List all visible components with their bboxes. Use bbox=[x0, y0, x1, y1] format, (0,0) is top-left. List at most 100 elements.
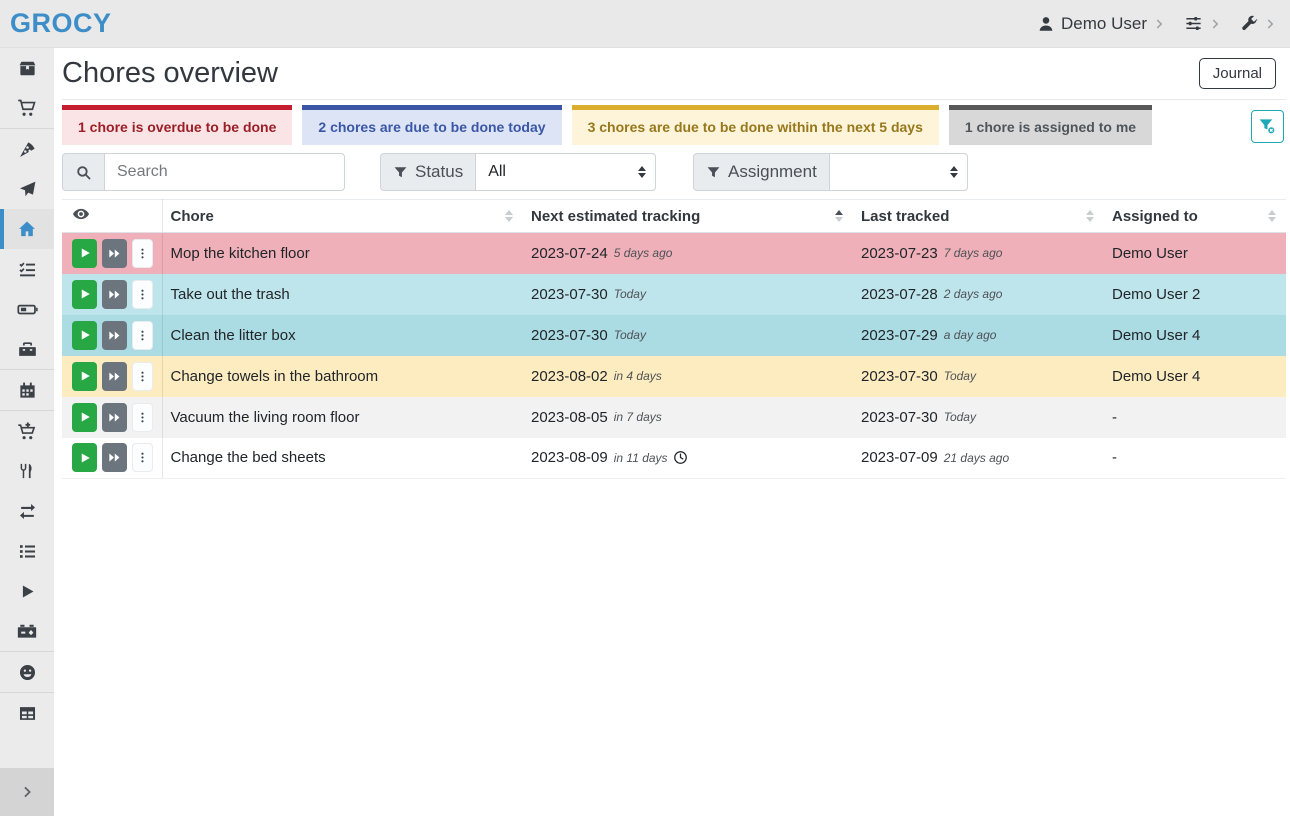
row-menu-button[interactable] bbox=[132, 321, 153, 350]
assigned-to-cell: Demo User 4 bbox=[1104, 315, 1286, 356]
row-menu-button[interactable] bbox=[132, 239, 153, 268]
chore-name-cell[interactable]: Clean the litter box bbox=[162, 315, 523, 356]
track-execution-button[interactable] bbox=[72, 280, 97, 309]
chore-name-cell[interactable]: Change towels in the bathroom bbox=[162, 356, 523, 397]
clock-icon bbox=[673, 450, 688, 465]
assignment-filter-label-box: Assignment bbox=[693, 153, 829, 191]
track-execution-button[interactable] bbox=[72, 443, 97, 472]
sidebar-item-inventory[interactable] bbox=[0, 531, 54, 571]
chore-name-cell[interactable]: Change the bed sheets bbox=[162, 438, 523, 479]
play-icon bbox=[79, 329, 91, 341]
row-menu-button[interactable] bbox=[132, 443, 153, 472]
skip-execution-button[interactable] bbox=[102, 280, 127, 309]
sidebar-collapse-toggle[interactable] bbox=[0, 768, 54, 816]
skip-execution-button[interactable] bbox=[102, 362, 127, 391]
assigned-to-cell: Demo User 4 bbox=[1104, 356, 1286, 397]
sidebar-item-recipes[interactable] bbox=[0, 129, 54, 169]
search-input[interactable] bbox=[104, 153, 345, 191]
row-menu-button[interactable] bbox=[132, 403, 153, 432]
skip-execution-button[interactable] bbox=[102, 443, 127, 472]
due-today-banner[interactable]: 2 chores are due to be done today bbox=[302, 105, 561, 145]
sidebar-item-equipment[interactable] bbox=[0, 329, 54, 369]
admin-menu[interactable] bbox=[1240, 15, 1276, 33]
toolbox-icon bbox=[18, 340, 37, 359]
column-header-assigned-to[interactable]: Assigned to bbox=[1104, 200, 1286, 233]
user-menu[interactable]: Demo User bbox=[1037, 14, 1165, 34]
skip-execution-button[interactable] bbox=[102, 239, 127, 268]
ellipsis-v-icon bbox=[136, 287, 149, 302]
clear-filter-button[interactable] bbox=[1251, 110, 1284, 143]
filter-funnel-icon bbox=[393, 165, 408, 180]
assignment-filter-group: Assignment bbox=[693, 153, 968, 191]
filter-row: Status All Assignment bbox=[62, 153, 1286, 191]
assigned-to-me-banner[interactable]: 1 chore is assigned to me bbox=[949, 105, 1152, 145]
sidebar-item-consume[interactable] bbox=[0, 451, 54, 491]
shopping-cart-icon bbox=[17, 98, 37, 118]
chores-table: Chore Next estimated tracking Last track… bbox=[62, 199, 1286, 479]
overdue-banner[interactable]: 1 chore is overdue to be done bbox=[62, 105, 292, 145]
search-icon bbox=[75, 164, 92, 181]
due-soon-banner[interactable]: 3 chores are due to be done within the n… bbox=[572, 105, 939, 145]
ellipsis-v-icon bbox=[136, 450, 149, 465]
sidebar-item-battery-tracking[interactable] bbox=[0, 611, 54, 651]
skip-execution-button[interactable] bbox=[102, 403, 127, 432]
sidebar-item-calendar[interactable] bbox=[0, 370, 54, 410]
chore-name-cell[interactable]: Mop the kitchen floor bbox=[162, 233, 523, 274]
column-header-last-tracked[interactable]: Last tracked bbox=[853, 200, 1104, 233]
wrench-icon bbox=[1240, 15, 1258, 33]
exchange-arrows-icon bbox=[18, 502, 37, 521]
settings-menu[interactable] bbox=[1184, 14, 1221, 33]
track-execution-button[interactable] bbox=[72, 321, 97, 350]
assignment-filter-label: Assignment bbox=[728, 162, 817, 182]
sidebar-item-transfer[interactable] bbox=[0, 491, 54, 531]
table-row: Change the bed sheets 2023-08-09in 11 da… bbox=[62, 438, 1286, 479]
paper-plane-icon bbox=[18, 180, 37, 199]
chevron-right-icon bbox=[1153, 17, 1165, 31]
app-logo[interactable]: GROCY bbox=[10, 8, 112, 39]
next-tracking-cell: 2023-07-30Today bbox=[523, 274, 853, 315]
next-tracking-cell: 2023-08-09in 11 days bbox=[523, 438, 853, 479]
chore-name-cell[interactable]: Take out the trash bbox=[162, 274, 523, 315]
sidebar-item-stock[interactable] bbox=[0, 48, 54, 88]
skip-execution-button[interactable] bbox=[102, 321, 127, 350]
journal-button[interactable]: Journal bbox=[1199, 58, 1276, 89]
row-menu-button[interactable] bbox=[132, 362, 153, 391]
row-menu-button[interactable] bbox=[132, 280, 153, 309]
status-filter-select[interactable]: All bbox=[475, 153, 656, 191]
sidebar-item-shopping-list[interactable] bbox=[0, 88, 54, 128]
table-row: Mop the kitchen floor 2023-07-245 days a… bbox=[62, 233, 1286, 274]
select-caret-icon bbox=[950, 166, 958, 178]
fast-forward-icon bbox=[108, 329, 121, 342]
filter-clear-icon bbox=[1258, 117, 1277, 136]
track-execution-button[interactable] bbox=[72, 362, 97, 391]
row-actions-cell bbox=[62, 233, 162, 274]
battery-icon bbox=[17, 299, 38, 320]
sidebar-item-purchase[interactable] bbox=[0, 411, 54, 451]
sidebar-item-chores-overview[interactable] bbox=[0, 209, 54, 249]
ellipsis-v-icon bbox=[136, 369, 149, 384]
chore-name-cell[interactable]: Vacuum the living room floor bbox=[162, 397, 523, 438]
sidebar-item-table[interactable] bbox=[0, 693, 54, 733]
row-actions-cell bbox=[62, 397, 162, 438]
next-tracking-cell: 2023-08-02in 4 days bbox=[523, 356, 853, 397]
column-header-chore[interactable]: Chore bbox=[162, 200, 523, 233]
car-battery-icon bbox=[17, 621, 37, 641]
visibility-column-header[interactable] bbox=[62, 200, 162, 233]
column-header-next-tracking[interactable]: Next estimated tracking bbox=[523, 200, 853, 233]
sidebar-item-meal-plan[interactable] bbox=[0, 169, 54, 209]
user-menu-label: Demo User bbox=[1061, 14, 1147, 34]
status-filter-value: All bbox=[488, 163, 506, 181]
assigned-to-cell: Demo User bbox=[1104, 233, 1286, 274]
last-tracked-cell: 2023-07-30Today bbox=[853, 356, 1104, 397]
page-title: Chores overview bbox=[62, 57, 278, 90]
cart-plus-icon bbox=[17, 421, 37, 441]
page-header: Chores overview Journal bbox=[62, 48, 1286, 100]
track-execution-button[interactable] bbox=[72, 239, 97, 268]
table-row: Change towels in the bathroom 2023-08-02… bbox=[62, 356, 1286, 397]
sidebar-item-userentities[interactable] bbox=[0, 652, 54, 692]
track-execution-button[interactable] bbox=[72, 403, 97, 432]
assignment-filter-select[interactable] bbox=[829, 153, 968, 191]
sidebar-item-chore-tracking[interactable] bbox=[0, 571, 54, 611]
sidebar-item-tasks[interactable] bbox=[0, 249, 54, 289]
sidebar-item-batteries[interactable] bbox=[0, 289, 54, 329]
